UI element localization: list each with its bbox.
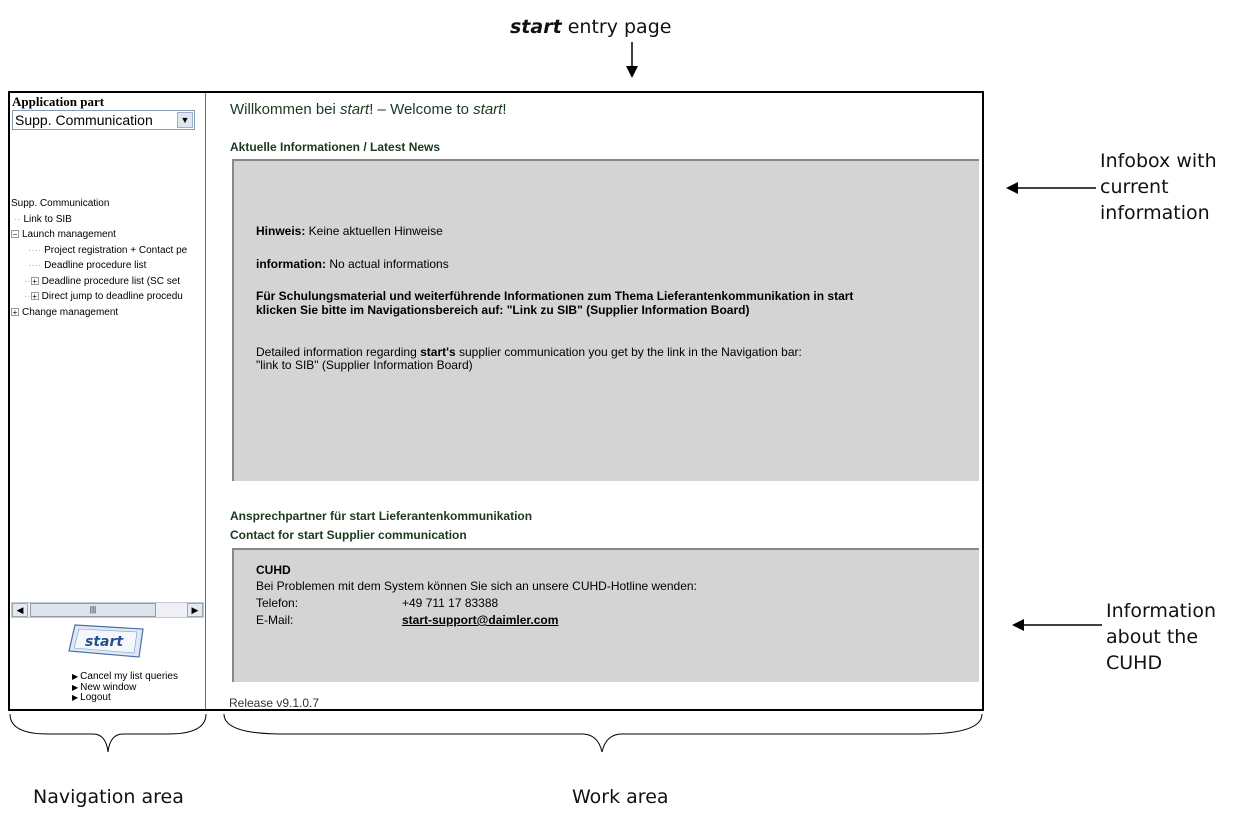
logout-link[interactable]: ▶ Logout [72, 692, 178, 704]
cuhd-title: CUHD [256, 563, 291, 577]
cuhd-box: CUHD Bei Problemen mit dem System können… [232, 548, 979, 682]
navigation-area: Application part Supp. Communication ▼ S… [10, 93, 206, 709]
tree-item-link-to-sib[interactable]: ·· Link to SIB [10, 212, 206, 228]
detail-text: Detailed information regarding start's s… [256, 345, 802, 372]
scroll-left-icon[interactable]: ◀ [12, 603, 28, 617]
start-logo: start [68, 624, 144, 658]
tree-connector-icon: ···· [28, 260, 45, 271]
tree-item-deadline-procedure-list-sc[interactable]: ·· + Deadline procedure list (SC set [10, 274, 206, 290]
scroll-right-icon[interactable]: ▶ [187, 603, 203, 617]
tree-connector-icon: ···· [28, 244, 45, 256]
horizontal-scrollbar[interactable]: ◀ ||| ▶ [11, 602, 204, 618]
application-part-select[interactable]: Supp. Communication ▼ [12, 110, 195, 130]
triangle-right-icon: ▶ [72, 682, 79, 692]
entry-page-annotation-bold: start [510, 16, 562, 38]
work-area-label: Work area [572, 786, 669, 808]
infobox-arrow [1006, 182, 1096, 194]
application-part-heading: Application part [12, 94, 105, 109]
expand-icon[interactable]: + [11, 307, 19, 316]
tree-item-supp-communication[interactable]: Supp. Communication [10, 196, 206, 212]
nav-links: ▶ Cancel my list queries ▶ New window ▶ Log… [72, 671, 178, 704]
navigation-area-label: Navigation area [33, 786, 184, 808]
release-version: Release v9.1.0.7 [229, 696, 320, 710]
email-link[interactable]: start-support@daimler.com [402, 613, 558, 627]
triangle-right-icon: ▶ [72, 672, 79, 681]
triangle-right-icon: ▶ [72, 693, 79, 702]
work-area: Willkommen bei start! – Welcome to start… [207, 93, 982, 710]
schulung-text: Für Schulungsmaterial und weiterführende… [256, 289, 854, 317]
tree-item-project-registration[interactable]: ···· Project registration + Contact pe [10, 243, 206, 259]
expand-icon[interactable]: + [30, 276, 39, 285]
tree-item-launch-management[interactable]: − Launch management [10, 227, 206, 243]
welcome-title: Willkommen bei start! – Welcome to start… [230, 101, 507, 118]
navigation-area-brace [9, 713, 207, 753]
expand-icon[interactable]: + [30, 292, 39, 301]
phone-value: +49 711 17 83388 [402, 596, 499, 610]
latest-news-title: Aktuelle Informationen / Latest News [230, 140, 441, 154]
app-frame: Application part Supp. Communication ▼ S… [8, 91, 984, 711]
phone-label: Telefon: [256, 596, 299, 610]
tree-item-deadline-procedure-list[interactable]: ···· Deadline procedure list [10, 258, 206, 274]
contact-title-en: Contact for start Supplier communication [230, 528, 467, 542]
application-part-select-value: Supp. Communication [15, 112, 153, 128]
tree-item-change-management[interactable]: + Change management [10, 305, 206, 321]
hinweis-line: Hinweis: Keine aktuellen Hinweise [256, 224, 443, 238]
cuhd-description: Bei Problemen mit dem System können Sie … [256, 579, 697, 593]
information-line: information: No actual informations [256, 257, 449, 271]
cuhd-arrow [1012, 619, 1102, 631]
chevron-down-icon[interactable]: ▼ [177, 112, 193, 128]
start-logo-text: start [85, 634, 124, 650]
tree-item-direct-jump[interactable]: ·· + Direct jump to deadline procedu [10, 289, 206, 305]
navigation-tree: Supp. Communication ·· Link to SIB − Laun… [10, 196, 206, 320]
contact-title-de: Ansprechpartner für start Lieferantenkom… [230, 509, 533, 523]
cuhd-annotation: Information about the CUHD [1106, 600, 1216, 674]
work-area-brace [223, 713, 983, 753]
infobox: Hinweis: Keine aktuellen Hinweise inform… [232, 159, 979, 481]
scrollbar-thumb[interactable]: ||| [30, 603, 156, 617]
entry-page-annotation-text: entry page [561, 16, 672, 38]
entry-page-annotation: start entry page [510, 14, 671, 40]
infobox-annotation: Infobox with current information [1100, 150, 1217, 224]
email-label: E-Mail: [256, 613, 294, 627]
collapse-icon[interactable]: − [11, 230, 19, 239]
entry-page-arrow [626, 42, 638, 78]
